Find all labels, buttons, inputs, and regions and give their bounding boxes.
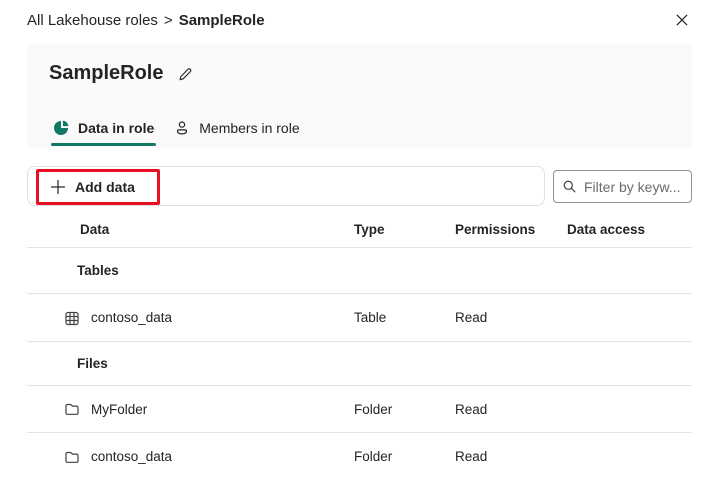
- column-header-data-access: Data access: [567, 222, 646, 237]
- row-name: MyFolder: [91, 401, 148, 417]
- column-header-type: Type: [354, 222, 385, 237]
- row-name: contoso_data: [91, 449, 173, 464]
- table-grid-icon: [64, 310, 80, 326]
- group-label: Tables: [77, 263, 119, 278]
- folder-icon: [64, 401, 80, 417]
- row-name: contoso_data: [91, 310, 173, 325]
- group-row-tables: Tables: [27, 248, 692, 294]
- filter-field: [553, 170, 692, 203]
- row-permissions: Read: [455, 449, 488, 464]
- breadcrumb-parent-link[interactable]: All Lakehouse roles: [27, 12, 158, 29]
- row-type: Folder: [354, 401, 393, 417]
- role-header-panel: SampleRole Data in role Members in role: [27, 44, 692, 148]
- breadcrumb: All Lakehouse roles > SampleRole: [27, 12, 265, 29]
- row-type: Table: [354, 310, 387, 325]
- column-header-permissions: Permissions: [455, 222, 536, 237]
- search-icon: [562, 179, 578, 195]
- row-permissions: Read: [455, 401, 488, 417]
- data-table: Data Type Permissions Data access Tables…: [27, 212, 692, 480]
- close-icon: [674, 12, 690, 28]
- folder-icon: [64, 449, 80, 465]
- breadcrumb-separator: >: [163, 12, 173, 29]
- person-icon: [174, 120, 190, 136]
- plus-icon: [50, 179, 66, 195]
- close-button[interactable]: [670, 8, 694, 32]
- tab-data-in-role[interactable]: Data in role: [51, 120, 157, 148]
- row-type: Folder: [354, 449, 393, 464]
- toolbar: Add data: [27, 166, 545, 206]
- group-row-files: Files: [27, 342, 692, 386]
- add-data-label: Add data: [75, 179, 135, 195]
- tab-members-in-role[interactable]: Members in role: [172, 120, 301, 148]
- edit-role-name-button[interactable]: [177, 66, 193, 82]
- group-label: Files: [77, 356, 108, 371]
- page-title: SampleRole: [49, 62, 164, 84]
- table-row[interactable]: contoso_data Folder Read: [27, 433, 692, 480]
- pie-chart-icon: [53, 120, 69, 136]
- table-row[interactable]: MyFolder Folder Read: [27, 386, 692, 433]
- tab-bar: Data in role Members in role: [51, 120, 302, 148]
- pencil-edit-icon: [177, 66, 193, 82]
- table-header-row: Data Type Permissions Data access: [27, 212, 692, 248]
- add-data-button[interactable]: Add data: [39, 169, 157, 205]
- table-row[interactable]: contoso_data Table Read: [27, 294, 692, 342]
- breadcrumb-current: SampleRole: [178, 12, 265, 29]
- filter-input[interactable]: [584, 178, 685, 195]
- tab-members-in-role-label: Members in role: [199, 120, 300, 136]
- row-permissions: Read: [455, 310, 488, 325]
- tab-data-in-role-label: Data in role: [78, 120, 155, 136]
- column-header-data: Data: [80, 222, 110, 237]
